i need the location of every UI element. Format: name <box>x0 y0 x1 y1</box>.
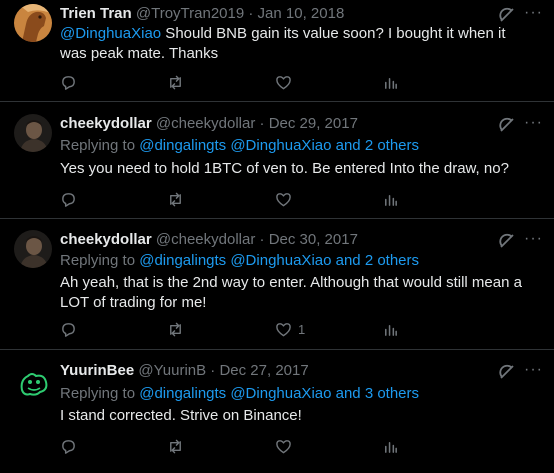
like-button[interactable] <box>275 189 298 209</box>
like-count: 1 <box>298 321 306 337</box>
separator: · <box>259 231 265 248</box>
author-name[interactable]: cheekydollar <box>60 115 152 132</box>
grok-icon[interactable] <box>498 232 516 250</box>
author-handle[interactable]: @YuurinB <box>138 362 206 379</box>
reply-icon <box>60 191 77 208</box>
dark-portrait-avatar-icon <box>14 230 52 268</box>
green-bee-avatar-icon <box>14 364 52 402</box>
views-button[interactable] <box>382 189 399 209</box>
reply-button[interactable] <box>60 436 77 456</box>
replying-to: Replying to @dingalingts @DinghuaXiao an… <box>60 251 419 271</box>
tweet-text: @DinghuaXiao Should BNB gain its value s… <box>60 24 524 64</box>
avatar[interactable] <box>14 230 52 268</box>
tweet-text: I stand corrected. Strive on Binance! <box>60 407 302 424</box>
views-icon <box>382 191 399 208</box>
like-button[interactable]: 1 <box>275 319 305 339</box>
separator: · <box>210 362 216 379</box>
views-icon <box>382 321 399 338</box>
tweet-header: YuurinBee @YuurinB · Dec 27, 2017 <box>60 361 514 381</box>
reply-button[interactable] <box>60 189 77 209</box>
reply-button[interactable] <box>60 319 77 339</box>
retweet-icon <box>167 438 184 455</box>
author-handle[interactable]: @cheekydollar <box>156 115 255 132</box>
author-name[interactable]: Trien Tran <box>60 5 132 22</box>
tweet-date[interactable]: Dec 29, 2017 <box>269 115 358 132</box>
author-name[interactable]: YuurinBee <box>60 362 134 379</box>
like-button[interactable] <box>275 436 298 456</box>
like-icon <box>275 438 292 455</box>
retweet-icon <box>167 191 184 208</box>
tweet[interactable]: cheekydollar @cheekydollar · Dec 29, 201… <box>0 102 554 218</box>
tweet-date[interactable]: Jan 10, 2018 <box>258 5 345 22</box>
tweet-actions <box>60 72 520 92</box>
author-name[interactable]: cheekydollar <box>60 231 152 248</box>
reply-icon <box>60 321 77 338</box>
author-handle[interactable]: @TroyTran2019 <box>136 5 244 22</box>
tweet-date[interactable]: Dec 30, 2017 <box>269 231 358 248</box>
more-icon[interactable]: ··· <box>524 362 544 381</box>
retweet-button[interactable] <box>167 436 184 456</box>
tweet-header: Trien Tran @TroyTran2019 · Jan 10, 2018 <box>60 4 514 24</box>
tweet[interactable]: cheekydollar @cheekydollar · Dec 30, 201… <box>0 219 554 349</box>
author-handle[interactable]: @cheekydollar <box>156 231 255 248</box>
tweet-date[interactable]: Dec 27, 2017 <box>219 362 308 379</box>
replying-to-users[interactable]: @dingalingts @DinghuaXiao and 2 others <box>139 137 419 154</box>
like-icon <box>275 321 292 338</box>
views-icon <box>382 438 399 455</box>
like-button[interactable] <box>275 72 298 92</box>
replying-to: Replying to @dingalingts @DinghuaXiao an… <box>60 136 419 156</box>
reply-icon <box>60 438 77 455</box>
replying-to-label: Replying to <box>60 252 140 269</box>
replying-to-users[interactable]: @dingalingts @DinghuaXiao and 3 others <box>139 385 419 402</box>
dark-portrait-avatar-icon <box>14 114 52 152</box>
more-icon[interactable]: ··· <box>524 5 544 24</box>
grok-icon[interactable] <box>498 363 516 381</box>
like-icon <box>275 74 292 91</box>
separator: · <box>259 115 265 132</box>
separator: · <box>248 5 254 22</box>
grok-icon[interactable] <box>498 6 516 24</box>
replying-to: Replying to @dingalingts @DinghuaXiao an… <box>60 384 419 404</box>
tweet-text: Ah yeah, that is the 2nd way to enter. A… <box>60 274 522 311</box>
replying-to-users[interactable]: @dingalingts @DinghuaXiao and 2 others <box>139 252 419 269</box>
views-button[interactable] <box>382 319 399 339</box>
avatar[interactable] <box>14 364 52 402</box>
reply-button[interactable] <box>60 72 77 92</box>
tweet-text: Yes you need to hold 1BTC of ven to. Be … <box>60 160 509 177</box>
views-button[interactable] <box>382 72 399 92</box>
reply-icon <box>60 74 77 91</box>
avatar[interactable] <box>14 4 52 42</box>
replying-to-label: Replying to <box>60 385 140 402</box>
more-icon[interactable]: ··· <box>524 115 544 134</box>
views-button[interactable] <box>382 436 399 456</box>
grok-icon[interactable] <box>498 116 516 134</box>
retweet-button[interactable] <box>167 72 184 92</box>
tweet-header: cheekydollar @cheekydollar · Dec 29, 201… <box>60 114 514 134</box>
tweet[interactable]: Trien Tran @TroyTran2019 · Jan 10, 2018 … <box>0 0 554 101</box>
mention-link[interactable]: @DinghuaXiao <box>60 25 161 42</box>
tweet-actions <box>60 436 520 456</box>
retweet-icon <box>167 321 184 338</box>
tweet-actions <box>60 189 520 209</box>
tweet[interactable]: YuurinBee @YuurinB · Dec 27, 2017 ··· Re… <box>0 350 554 473</box>
retweet-icon <box>167 74 184 91</box>
retweet-button[interactable] <box>167 189 184 209</box>
tweet-actions: 1 <box>60 319 520 339</box>
views-icon <box>382 74 399 91</box>
tweet-header: cheekydollar @cheekydollar · Dec 30, 201… <box>60 230 514 250</box>
orange-horse-avatar-icon <box>14 4 52 42</box>
more-icon[interactable]: ··· <box>524 231 544 250</box>
avatar[interactable] <box>14 114 52 152</box>
like-icon <box>275 191 292 208</box>
replying-to-label: Replying to <box>60 137 140 154</box>
retweet-button[interactable] <box>167 319 184 339</box>
